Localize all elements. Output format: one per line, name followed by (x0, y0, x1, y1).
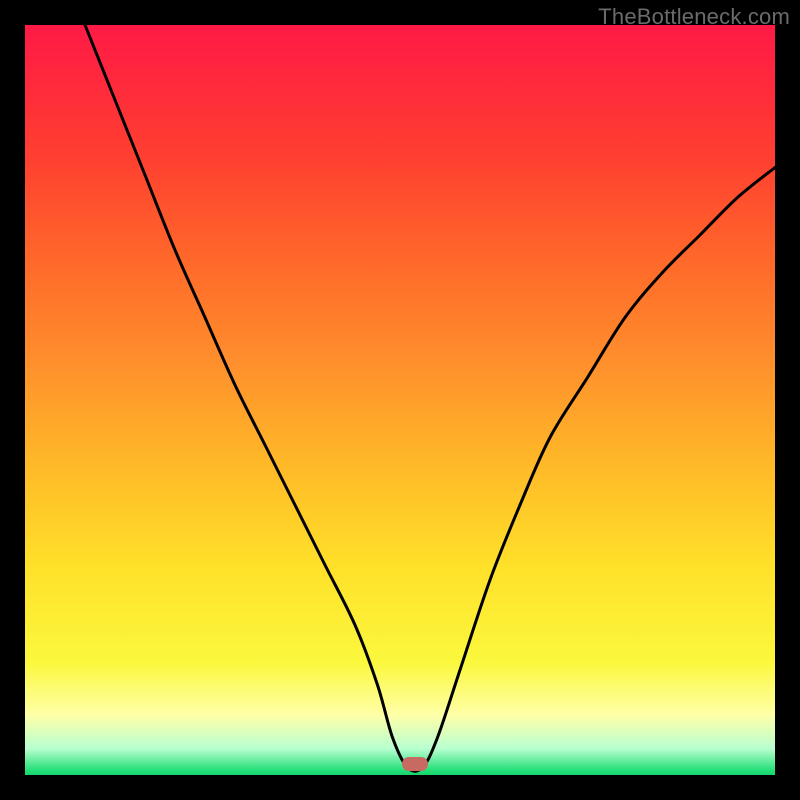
optimum-marker (402, 757, 428, 771)
watermark-text: TheBottleneck.com (598, 4, 790, 30)
bottleneck-curve (25, 25, 775, 775)
plot-area (25, 25, 775, 775)
chart-frame: TheBottleneck.com (0, 0, 800, 800)
